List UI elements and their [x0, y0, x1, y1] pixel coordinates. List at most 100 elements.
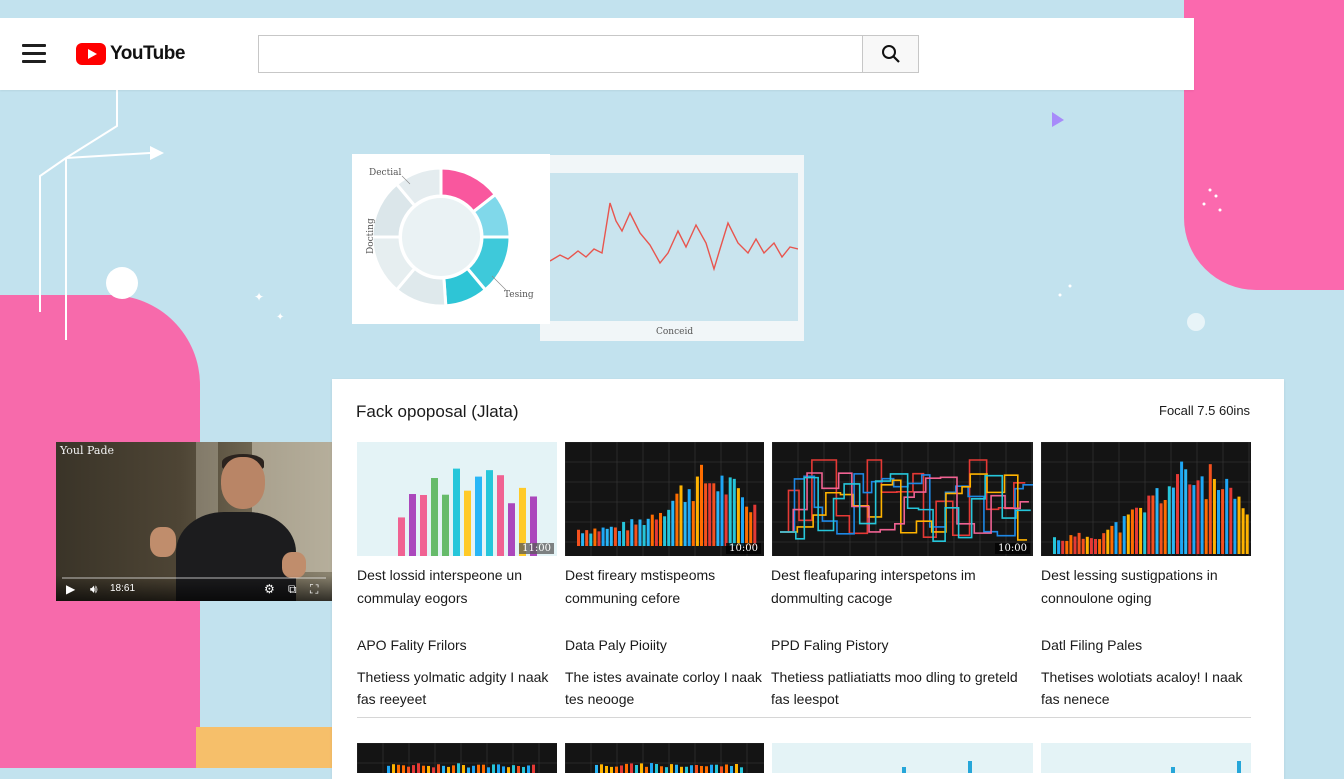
thumbnail-bar: [589, 533, 593, 546]
video-title-2[interactable]: Dest fireary mstispeoms communing cefore: [565, 564, 715, 610]
thumbnail-bar: [630, 763, 633, 773]
thumbnail-bar: [622, 521, 626, 546]
thumbnail-bar: [1180, 461, 1184, 554]
thumbnail-bar: [630, 519, 634, 546]
thumbnail-bar: [1081, 538, 1085, 554]
thumbnail-bar: [432, 767, 435, 773]
thumbnail-bar: [532, 764, 535, 773]
thumbnail-bar: [1171, 487, 1175, 554]
thumbnail-bar: [675, 764, 678, 773]
search-input[interactable]: [258, 35, 862, 73]
thumbnail-bar: [442, 765, 445, 773]
thumbnail-bar: [1184, 469, 1188, 554]
video-thumbnail-8[interactable]: [1041, 743, 1251, 773]
video-title: Youl Pade: [60, 444, 115, 457]
search-button[interactable]: [862, 35, 919, 73]
thumbnail-bar: [753, 504, 757, 546]
donut-label-bottom: Tesing: [504, 290, 534, 300]
thumbnail-bar: [417, 763, 420, 773]
thumbnail-bar: [427, 765, 430, 773]
settings-icon[interactable]: ⚙: [264, 582, 275, 596]
video-progress-bar[interactable]: [62, 577, 326, 579]
playlist-title-2[interactable]: Data Paly Pioiity: [565, 637, 667, 653]
decorative-dots: [1052, 112, 1222, 331]
thumbnail-bar: [710, 764, 713, 773]
thumbnail-bar: [716, 491, 720, 546]
thumbnail-bar: [1089, 538, 1093, 554]
playlist-title-4[interactable]: Datl Filing Pales: [1041, 637, 1142, 653]
thumbnail-bar: [601, 527, 605, 546]
video-player[interactable]: Youl Pade ▶ 🔊︎ 18:61 ⚙ ⧉ ⛶: [56, 442, 332, 601]
video-title-1[interactable]: Dest lossid interspeone un commulay eogor…: [357, 564, 522, 610]
thumbnail-bar: [1237, 496, 1241, 554]
thumbnail-bar: [728, 477, 732, 546]
video-thumbnail-3[interactable]: 10:00: [772, 442, 1033, 556]
playlist-title-3[interactable]: PPD Faling Pistory: [771, 637, 888, 653]
video-duration: 11:00: [519, 543, 554, 554]
thumbnail-bar: [736, 488, 740, 546]
thumbnail-bar: [1237, 761, 1241, 773]
section-title: Fack opoposal (Jlata): [356, 402, 519, 421]
thumbnail-bar: [687, 489, 691, 546]
video-thumbnail-7[interactable]: [772, 743, 1033, 773]
thumbnail-bar: [745, 506, 749, 546]
divider: [357, 717, 1251, 718]
thumbnail-bar: [1204, 499, 1208, 554]
thumbnail-bar: [398, 517, 405, 556]
video-thumbnail-2[interactable]: 10:00: [565, 442, 764, 556]
decorative-lines: ✦ ✦: [39, 90, 284, 340]
miniplayer-icon[interactable]: ⧉: [288, 582, 297, 596]
hamburger-icon[interactable]: [22, 44, 46, 64]
video-title-4[interactable]: Dest lessing sustigpations in connoulone …: [1041, 564, 1218, 610]
thumbnail-bar: [1102, 533, 1106, 554]
svg-text:✦: ✦: [254, 290, 264, 304]
thumbnail-bar: [497, 475, 504, 556]
video-duration: 10:00: [726, 543, 761, 554]
thumbnail-bar: [671, 500, 675, 546]
thumbnail-bar: [646, 518, 650, 546]
video-thumbnail-5[interactable]: [357, 743, 557, 773]
donut-chart-card: Dectial Docting Tesing: [352, 154, 550, 324]
thumbnail-bar: [638, 519, 642, 546]
thumbnail-bar: [508, 503, 515, 556]
thumbnail-bar: [1135, 507, 1138, 554]
thumbnail-bar: [600, 764, 603, 773]
video-thumbnail-4[interactable]: [1041, 442, 1251, 556]
thumbnail-bar: [477, 764, 480, 773]
video-time: 18:61: [110, 583, 136, 594]
thumbnail-bar: [655, 763, 658, 773]
volume-icon[interactable]: 🔊︎: [90, 582, 98, 596]
thumbnail-bar: [1073, 536, 1077, 554]
youtube-logo[interactable]: YouTube: [76, 42, 185, 66]
thumbnail-bar: [732, 478, 736, 546]
thumbnail-bar: [675, 493, 679, 546]
thumbnail-bar: [725, 764, 728, 773]
thumbnail-bar: [634, 524, 638, 546]
video-title-3[interactable]: Dest fleafuparing interspetons im dommult…: [771, 564, 976, 610]
thumbnail-bar: [527, 765, 530, 773]
thumbnail-bar: [659, 512, 662, 546]
thumbnail-bar: [712, 483, 716, 546]
donut-label-top: Dectial: [369, 168, 402, 178]
thumbnail-bar: [595, 764, 598, 773]
thumbnail-bar: [720, 475, 724, 546]
thumbnail-bar: [1212, 478, 1216, 554]
thumbnail-bar: [1065, 540, 1069, 554]
video-thumbnail-6[interactable]: [565, 743, 764, 773]
fullscreen-icon[interactable]: ⛶: [310, 582, 318, 596]
thumbnail-bar: [486, 470, 493, 556]
thumbnail-bar: [593, 528, 597, 546]
thumbnail-bar: [1217, 490, 1220, 554]
thumbnail-bar: [670, 764, 673, 773]
thumbnail-bar: [467, 767, 470, 773]
play-icon[interactable]: ▶: [66, 582, 75, 596]
thumbnail-bar: [1233, 498, 1237, 554]
thumbnail-bar: [1061, 540, 1065, 554]
thumbnail-bar: [650, 763, 653, 773]
playlist-title-1[interactable]: APO Fality Frilors: [357, 637, 467, 653]
video-thumbnail-1[interactable]: 11:00: [357, 442, 557, 556]
thumbnail-bar: [492, 764, 495, 773]
thumbnail-bar: [1077, 532, 1081, 554]
thumbnail-bar: [1126, 514, 1130, 554]
thumbnail-bar: [452, 765, 455, 773]
